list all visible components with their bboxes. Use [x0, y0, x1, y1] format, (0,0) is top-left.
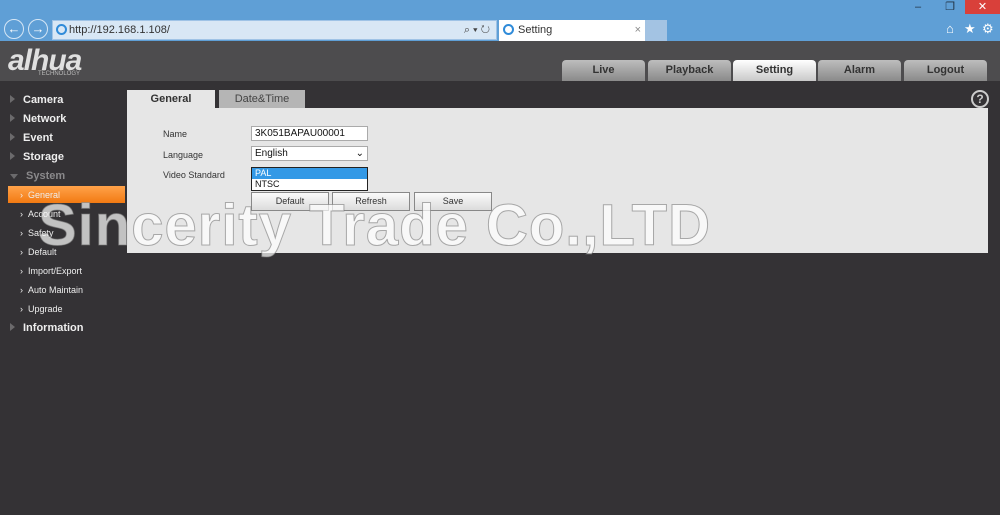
sidebar-item-information[interactable]: Information [10, 322, 84, 334]
close-window-button[interactable]: ✕ [965, 0, 1000, 14]
new-tab-button[interactable] [645, 20, 667, 41]
sidebar-sub-upgrade[interactable]: › Upgrade [20, 304, 63, 314]
url-text: http://192.168.1.108/ [69, 24, 170, 36]
sidebar-label: Event [23, 132, 53, 144]
logo-subtitle: TECHNOLOGY [38, 71, 81, 77]
sidebar-sub-auto-maintain[interactable]: › Auto Maintain [20, 285, 83, 295]
name-label: Name [163, 129, 188, 139]
sidebar-item-camera[interactable]: Camera [10, 94, 63, 106]
expand-icon [10, 95, 15, 103]
sidebar-label: Storage [23, 151, 64, 163]
sidebar-sub-default[interactable]: › Default [20, 247, 57, 257]
sub-label: Auto Maintain [28, 285, 84, 295]
sub-label: Default [28, 247, 57, 257]
expand-icon [10, 114, 15, 122]
language-select[interactable]: English ⌄ [251, 146, 368, 161]
chevron-right-icon: › [20, 209, 23, 219]
chevron-right-icon: › [20, 247, 23, 257]
favorites-icon[interactable]: ★ [964, 21, 976, 37]
browser-tab[interactable]: Setting × [499, 20, 645, 41]
sidebar-sub-import-export[interactable]: › Import/Export [20, 266, 82, 276]
ie-icon [503, 24, 514, 35]
tab-general[interactable]: General [127, 90, 215, 108]
minimize-button[interactable]: – [903, 0, 933, 14]
option-pal[interactable]: PAL [252, 168, 367, 179]
tab-setting[interactable]: Setting [733, 60, 816, 81]
expand-icon [10, 133, 15, 141]
expand-icon [10, 323, 15, 331]
chevron-down-icon: ⌄ [355, 148, 364, 159]
sidebar-item-system[interactable]: System [10, 170, 65, 182]
expand-icon [10, 152, 15, 160]
chevron-right-icon: › [20, 228, 23, 238]
sidebar-label: Information [23, 322, 84, 334]
tab-logout[interactable]: Logout [904, 60, 987, 81]
sub-label: Import/Export [28, 266, 83, 276]
sidebar-sub-general[interactable]: › General [20, 190, 60, 200]
sidebar-item-network[interactable]: Network [10, 113, 66, 125]
sidebar-item-storage[interactable]: Storage [10, 151, 64, 163]
language-value: English [255, 148, 288, 159]
sidebar-label: Network [23, 113, 67, 125]
save-button[interactable]: Save [414, 192, 492, 211]
video-standard-label: Video Standard [163, 170, 225, 180]
tab-close-icon[interactable]: × [635, 20, 641, 40]
sidebar-label: System [26, 170, 66, 182]
sidebar-item-event[interactable]: Event [10, 132, 53, 144]
sub-label: Safety [28, 228, 54, 238]
chevron-right-icon: › [20, 266, 23, 276]
tab-live[interactable]: Live [562, 60, 645, 81]
language-label: Language [163, 150, 204, 160]
video-standard-dropdown[interactable]: PAL NTSC [251, 167, 368, 191]
chevron-right-icon: › [20, 304, 23, 314]
option-ntsc[interactable]: NTSC [252, 179, 367, 190]
collapse-icon [10, 174, 18, 179]
sub-label: General [28, 190, 61, 200]
sub-label: Account [28, 209, 61, 219]
sidebar-sub-account[interactable]: › Account [20, 209, 61, 219]
restore-button[interactable]: ❐ [935, 0, 965, 14]
sidebar-label: Camera [23, 94, 64, 106]
back-button[interactable]: ← [4, 19, 24, 39]
sub-label: Upgrade [28, 304, 63, 314]
tab-title: Setting [518, 24, 553, 36]
help-icon[interactable]: ? [971, 90, 989, 108]
refresh-button[interactable]: Refresh [332, 192, 410, 211]
address-bar[interactable]: http://192.168.1.108/ ⌕ ▾ ↻ [52, 20, 497, 40]
search-refresh-icons[interactable]: ⌕ ▾ ↻ [464, 21, 490, 39]
name-input[interactable]: 3K051BAPAU00001 [251, 126, 368, 141]
tab-date-time[interactable]: Date&Time [219, 90, 305, 108]
tab-playback[interactable]: Playback [648, 60, 731, 81]
forward-button[interactable]: → [28, 19, 48, 39]
tab-alarm[interactable]: Alarm [818, 60, 901, 81]
home-icon[interactable]: ⌂ [946, 21, 954, 36]
default-button[interactable]: Default [251, 192, 329, 211]
gear-icon[interactable]: ⚙ [982, 21, 994, 37]
sidebar-sub-safety[interactable]: › Safety [20, 228, 54, 238]
ie-icon [56, 24, 67, 35]
chevron-right-icon: › [20, 285, 23, 295]
chevron-right-icon: › [20, 190, 23, 200]
